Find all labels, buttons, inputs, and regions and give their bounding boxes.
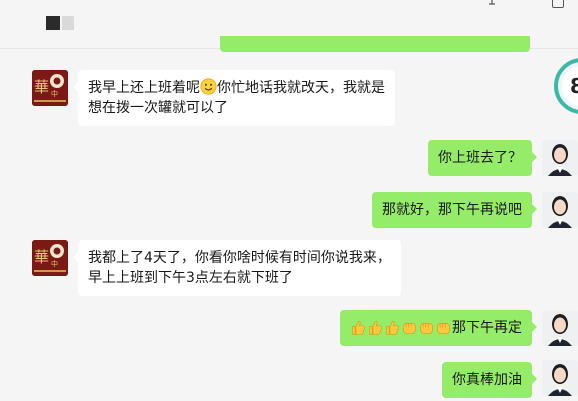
emoji-row [350, 319, 452, 336]
user-avatar-photo [542, 360, 578, 396]
message-text: 你上班去了？ [438, 150, 522, 166]
svg-text:中: 中 [51, 89, 58, 98]
fist-emoji-icon [420, 322, 433, 334]
user-avatar-photo [542, 310, 578, 346]
user-avatar[interactable] [542, 310, 578, 346]
user-avatar-photo [542, 140, 578, 176]
message-bubble-outgoing[interactable]: 那下午再定 [340, 310, 537, 346]
message-text: 我早上还上班着呢 [88, 80, 200, 96]
contact-avatar-logo: 華 中 [32, 70, 68, 106]
thumbs-up-emoji-icon [386, 321, 400, 335]
message-bubble-outgoing[interactable]: 那就好，那下午再说吧 [372, 192, 537, 228]
message-text: 你真棒加油 [452, 372, 522, 388]
message-text: 想在拨一次罐就可以了 [88, 100, 228, 116]
svg-text:華: 華 [34, 78, 49, 96]
message-text: 你忙地话我就改天，我就是 [217, 80, 385, 96]
fist-emoji-icon [437, 322, 450, 334]
pin-icon[interactable] [486, 0, 498, 6]
user-avatar[interactable] [542, 360, 578, 396]
contact-avatar-logo: 華 中 [32, 240, 68, 276]
smile-emoji-icon [200, 78, 217, 95]
ring-digit: 8 [570, 74, 578, 98]
user-avatar[interactable] [542, 140, 578, 176]
user-avatar-photo [542, 192, 578, 228]
svg-text:中: 中 [51, 259, 58, 268]
message-bubble-incoming[interactable]: 我早上还上班着呢 你忙地话我就改天，我就是 想在拨一次罐就可以了 [73, 70, 395, 126]
fist-emoji-icon [403, 322, 416, 334]
more-icon[interactable] [552, 0, 564, 8]
chat-title-redacted-2 [62, 16, 74, 30]
message-text: 那下午再定 [452, 320, 522, 336]
chat-title-redacted [46, 16, 60, 30]
message-bubble-outgoing[interactable]: 你上班去了？ [428, 140, 537, 176]
thumbs-up-emoji-icon [369, 321, 383, 335]
svg-text:華: 華 [34, 248, 49, 266]
thumbs-up-emoji-icon [352, 321, 366, 335]
message-text: 早上上班到下午3点左右就下班了 [88, 270, 293, 286]
message-bubble-incoming[interactable]: 我都上了4天了，你看你啥时候有时间你说我来， 早上上班到下午3点左右就下班了 [73, 240, 401, 296]
message-bubble-outgoing[interactable]: 你真棒加油 [442, 362, 537, 398]
message-text: 我都上了4天了，你看你啥时候有时间你说我来， [88, 250, 391, 266]
message-text: 那就好，那下午再说吧 [382, 202, 522, 218]
user-avatar[interactable] [542, 192, 578, 228]
previous-message-bubble [220, 36, 530, 52]
contact-avatar[interactable]: 華 中 [32, 70, 68, 106]
contact-avatar[interactable]: 華 中 [32, 240, 68, 276]
progress-ring-widget[interactable]: 8 [552, 56, 578, 116]
